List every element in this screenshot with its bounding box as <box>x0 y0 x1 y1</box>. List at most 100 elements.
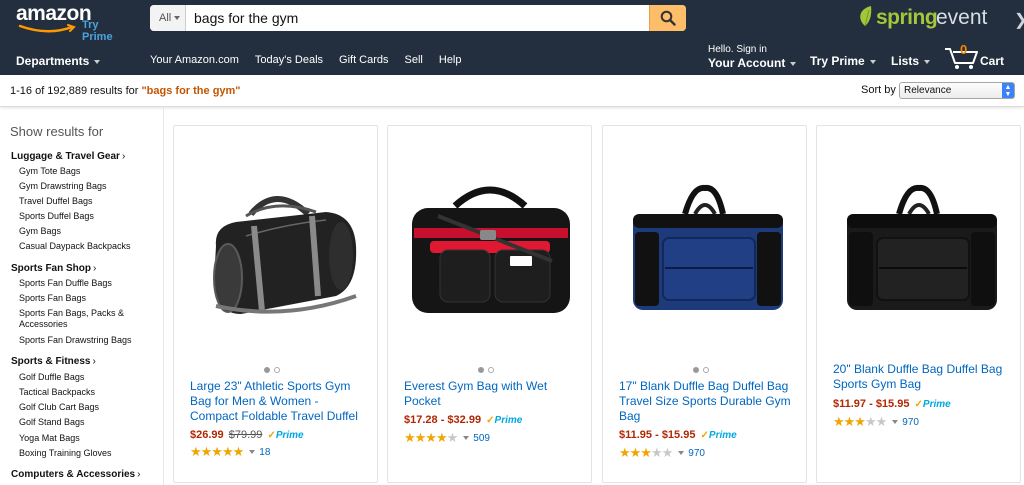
review-count[interactable]: 970 <box>688 448 705 459</box>
prime-badge: ✓Prime <box>701 430 737 441</box>
prime-label: Prime <box>922 399 951 410</box>
product-rating[interactable]: ★★★★★ 970 <box>619 445 705 460</box>
sidebar-item-golf-club-cart-bags[interactable]: Golf Club Cart Bags <box>19 402 149 413</box>
account-menu[interactable]: Hello. Sign in Your Account <box>708 44 797 70</box>
departments-menu[interactable]: Departments <box>16 54 101 68</box>
prime-label: Prime <box>275 430 304 441</box>
chevron-down-icon[interactable] <box>892 420 899 424</box>
sidebar-item-yoga-mat-bags[interactable]: Yoga Mat Bags <box>19 433 149 444</box>
search-category-label: All <box>159 12 172 24</box>
carousel-dot[interactable] <box>478 367 484 373</box>
product-rating[interactable]: ★★★★★ 509 <box>404 430 490 445</box>
sidebar-group-computers-accessories[interactable]: Computers & Accessories › <box>11 469 140 480</box>
carousel-dot[interactable] <box>264 367 270 373</box>
carousel-dot[interactable] <box>703 367 709 373</box>
try-prime-label: Try Prime <box>810 54 865 68</box>
sidebar-item-golf-stand-bags[interactable]: Golf Stand Bags <box>19 417 149 428</box>
results-summary: 1-16 of 192,889 results for "bags for th… <box>10 85 241 97</box>
sidebar-item-gym-drawstring-bags[interactable]: Gym Drawstring Bags <box>19 181 149 192</box>
sidebar-item-golf-duffle-bags[interactable]: Golf Duffle Bags <box>19 372 149 383</box>
image-carousel-dots[interactable] <box>478 360 508 373</box>
sidebar-item-casual-daypack-backpacks[interactable]: Casual Daypack Backpacks <box>19 241 149 252</box>
sort-select[interactable]: Relevance ▲ ▼ <box>899 82 1015 99</box>
review-count[interactable]: 970 <box>902 417 919 428</box>
product-image-everest-gym-bag[interactable] <box>400 146 580 336</box>
sidebar-item-sports-fan-bags-packs-accessories[interactable]: Sports Fan Bags, Packs & Accessories <box>19 308 139 330</box>
chevron-down-icon <box>869 59 876 64</box>
sidebar-item-boxing-training-gloves[interactable]: Boxing Training Gloves <box>19 448 149 459</box>
product-image-barrel-duffel[interactable] <box>186 146 366 336</box>
star-rating-icon: ★★★★★ <box>619 445 673 460</box>
logo-smile-icon <box>18 24 76 33</box>
sidebar-item-sports-fan-duffle-bags[interactable]: Sports Fan Duffle Bags <box>19 278 149 289</box>
sidebar-item-sports-fan-bags[interactable]: Sports Fan Bags <box>19 293 149 304</box>
product-rating[interactable]: ★★★★★ 970 <box>833 414 919 429</box>
nav-link-todays-deals[interactable]: Today's Deals <box>255 54 323 66</box>
review-count[interactable]: 509 <box>473 433 490 444</box>
chevron-down-icon[interactable] <box>249 450 256 454</box>
sidebar-item-sports-fan-drawstring-bags[interactable]: Sports Fan Drawstring Bags <box>19 335 149 346</box>
sidebar-group-luggage[interactable]: Luggage & Travel Gear › <box>11 151 125 162</box>
chevron-right-icon: › <box>121 151 126 162</box>
try-prime-menu[interactable]: Try Prime <box>810 54 876 68</box>
sidebar-item-tactical-backpacks[interactable]: Tactical Backpacks <box>19 387 149 398</box>
prime-badge: ✓Prime <box>267 430 303 441</box>
chevron-down-icon <box>790 61 797 66</box>
review-count[interactable]: 18 <box>259 447 270 458</box>
carousel-dot[interactable] <box>693 367 699 373</box>
product-title[interactable]: Large 23" Athletic Sports Gym Bag for Me… <box>190 379 368 424</box>
cart-label: Cart <box>980 54 1005 68</box>
product-card[interactable]: Large 23" Athletic Sports Gym Bag for Me… <box>173 125 378 483</box>
spring-event-promo[interactable]: spring event ❯ <box>856 4 1024 32</box>
nav-link-your-amazon[interactable]: Your Amazon.com <box>150 54 239 66</box>
product-title[interactable]: 20" Blank Duffle Bag Duffel Bag Sports G… <box>833 362 1011 392</box>
nav-link-gift-cards[interactable]: Gift Cards <box>339 54 389 66</box>
sidebar-item-gym-bags[interactable]: Gym Bags <box>19 226 149 237</box>
carousel-dot[interactable] <box>488 367 494 373</box>
product-price: $17.28 - $32.99 <box>404 414 482 426</box>
product-rating[interactable]: ★★★★★ 18 <box>190 444 270 459</box>
product-card[interactable]: 17" Blank Duffle Bag Duffel Bag Travel S… <box>602 125 807 483</box>
search-bar: All <box>150 5 686 31</box>
try-prime-tag[interactable]: Try Prime <box>82 19 121 43</box>
search-icon <box>660 10 676 26</box>
filter-sidebar: Show results for Luggage & Travel Gear › … <box>0 108 164 485</box>
search-button[interactable] <box>649 5 686 31</box>
sidebar-group-sports-fan-shop[interactable]: Sports Fan Shop › <box>11 263 96 274</box>
search-input[interactable] <box>188 5 648 31</box>
carousel-dot[interactable] <box>274 367 280 373</box>
product-image-black-duffle[interactable] <box>829 146 1009 336</box>
sidebar-item-sports-duffel-bags[interactable]: Sports Duffel Bags <box>19 211 149 222</box>
product-card[interactable]: Everest Gym Bag with Wet Pocket $17.28 -… <box>387 125 592 483</box>
cart-button[interactable]: 0 Cart <box>944 42 1014 70</box>
sidebar-item-travel-duffel-bags[interactable]: Travel Duffel Bags <box>19 196 149 207</box>
image-carousel-dots[interactable] <box>693 360 723 373</box>
sort-select-value: Relevance <box>904 85 952 96</box>
product-title[interactable]: Everest Gym Bag with Wet Pocket <box>404 379 582 409</box>
results-query: "bags for the gym" <box>141 85 241 97</box>
product-price: $11.95 - $15.95 <box>619 429 696 441</box>
chevron-down-icon[interactable] <box>678 451 685 455</box>
prime-label: Prime <box>708 430 737 441</box>
prime-check-icon: ✓ <box>486 415 495 426</box>
product-card[interactable]: 20" Blank Duffle Bag Duffel Bag Sports G… <box>816 125 1021 483</box>
prime-badge: ✓Prime <box>486 415 522 426</box>
chevron-down-icon[interactable] <box>463 436 470 440</box>
product-price-row: $26.99 $79.99 ✓Prime <box>190 429 304 441</box>
sidebar-group-sports-fitness[interactable]: Sports & Fitness › <box>11 356 96 367</box>
search-category-dropdown[interactable]: All <box>150 5 186 31</box>
image-carousel-dots[interactable] <box>264 360 294 373</box>
chevron-down-icon <box>174 16 181 21</box>
chevron-right-icon: › <box>93 263 97 274</box>
amazon-logo[interactable]: amazon Try Prime <box>16 2 121 43</box>
nav-link-sell[interactable]: Sell <box>405 54 423 66</box>
product-image-blue-duffle[interactable] <box>615 146 795 336</box>
star-half-icon: ★ <box>446 430 459 445</box>
product-title[interactable]: 17" Blank Duffle Bag Duffel Bag Travel S… <box>619 379 797 424</box>
star-rating-icon: ★★★★★ <box>190 444 244 459</box>
departments-label: Departments <box>16 54 90 68</box>
nav-link-help[interactable]: Help <box>439 54 462 66</box>
select-stepper-icon: ▲ ▼ <box>1002 83 1014 98</box>
sidebar-item-gym-tote-bags[interactable]: Gym Tote Bags <box>19 166 149 177</box>
lists-menu[interactable]: Lists <box>891 54 931 68</box>
